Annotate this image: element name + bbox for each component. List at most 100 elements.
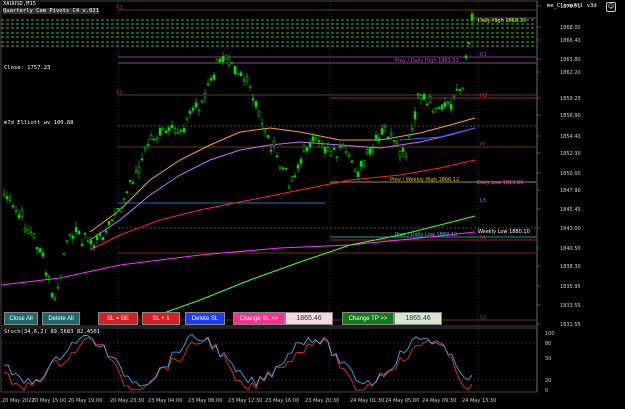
candle-body (65, 240, 69, 242)
price-tick-label: 1845.45 (560, 207, 581, 213)
candle-body (236, 73, 240, 75)
candle-body (353, 168, 357, 172)
stoch-axis-label: 50 (545, 356, 551, 362)
candle-body (398, 151, 402, 158)
tp-value-field[interactable]: 1865.46 (394, 312, 442, 325)
change-sl-button[interactable]: Change SL >> (233, 312, 285, 325)
candle-body (140, 158, 144, 161)
candle-body (134, 170, 138, 173)
candle-body (383, 125, 387, 129)
candle-body (29, 231, 33, 234)
candle-body (287, 186, 291, 189)
candle-body (143, 146, 147, 150)
pivot-level-label: PP (480, 142, 486, 148)
candle-body (59, 274, 63, 279)
candle-body (293, 175, 297, 177)
sl-be-button[interactable]: SL = BE (98, 312, 138, 325)
pivot-level-label: R2 (116, 90, 123, 96)
chart-canvas[interactable]: 1870.701868.001866.401863.801862.201859.… (0, 0, 625, 409)
candle-body (80, 244, 84, 246)
candle-body (14, 210, 18, 213)
time-tick-label: 23 May 12:30 (228, 398, 262, 404)
candle-body (5, 196, 9, 200)
time-tick-label: 20 May 2022 (2, 398, 35, 404)
delete-sl-button[interactable]: Delete SL (185, 312, 225, 325)
candle-body (338, 146, 342, 148)
candle-body (452, 96, 456, 99)
candle-body (185, 117, 189, 121)
candle-body (2, 193, 6, 196)
delete-all-button[interactable]: Delete All (42, 312, 80, 325)
candle-body (35, 246, 39, 250)
weekly-low-label: Weekly Low 1880.10 (478, 229, 530, 235)
sl-plus-one-button[interactable]: SL + 1 (142, 312, 180, 325)
candle-body (323, 146, 327, 153)
candle-body (458, 89, 462, 92)
candle-body (23, 227, 27, 232)
ea-smile-icon: ☺ (606, 2, 616, 12)
pivot-level-label: Prev / Weekly High 1866.12 (390, 177, 459, 183)
price-tick-label: 1833.55 (560, 303, 581, 309)
price-tick-label: 1859.25 (560, 96, 581, 102)
candle-body (290, 176, 294, 182)
stoch-axis-label: 100 (545, 331, 555, 337)
candle-body (95, 235, 99, 240)
candle-body (296, 164, 300, 169)
time-tick-label: 24 May 01:30 (350, 398, 384, 404)
candle-body (440, 104, 444, 110)
ma-magenta (0, 231, 476, 286)
candle-body (197, 109, 201, 111)
candle-body (275, 155, 279, 158)
candle-body (404, 153, 408, 158)
candle-body (422, 93, 426, 100)
pivot-level-label: H3 (480, 93, 487, 99)
candle-body (332, 148, 336, 150)
candle-body (359, 160, 363, 167)
candle-body (107, 220, 111, 225)
price-tick-label: 1843.00 (560, 226, 581, 232)
candle-body (191, 107, 195, 111)
candle-body (449, 104, 453, 110)
sl-value-field[interactable]: 1865.46 (285, 312, 333, 325)
candle-body (56, 286, 60, 289)
candle-body (131, 182, 135, 184)
candle-body (86, 240, 90, 243)
time-tick-label: 24 May 13:30 (462, 398, 496, 404)
trading-chart[interactable]: 1870.70 1868.00 1866.40 1863.80 1862.20 1859.… (0, 0, 625, 409)
candle-body (137, 166, 141, 175)
price-tick-label: 1854.40 (560, 134, 581, 140)
change-tp-button[interactable]: Change TP >> (342, 312, 394, 325)
candle-body (77, 231, 81, 235)
price-tick-label: 1835.95 (560, 284, 581, 290)
candle-body (341, 145, 345, 148)
candle-body (62, 253, 66, 255)
candle-body (317, 140, 321, 143)
candle-body (401, 147, 405, 152)
candle-body (104, 230, 108, 233)
time-tick-label: 20 May 23:30 (110, 398, 144, 404)
candle-body (20, 208, 24, 217)
candle-body (350, 160, 354, 163)
price-tick-label: 1831.55 (560, 322, 581, 328)
candle-body (152, 139, 156, 141)
close-all-button[interactable]: Close All (4, 312, 38, 325)
candle-body (380, 128, 384, 135)
candle-body (170, 124, 174, 128)
candle-body (308, 142, 312, 148)
price-tick-label: 1866.40 (560, 38, 581, 44)
candle-body (329, 151, 333, 157)
ma-orange (89, 117, 476, 233)
candle-body (98, 233, 102, 236)
candle-body (83, 232, 87, 235)
candle-body (416, 93, 420, 96)
candle-body (272, 141, 276, 146)
candle-body (413, 111, 417, 120)
daily-low-label: Daily Low 1813.86 (477, 180, 523, 186)
candle-body (38, 248, 42, 253)
candle-body (164, 130, 168, 133)
candle-body (368, 148, 372, 155)
candle-body (116, 208, 120, 210)
candle-body (410, 128, 414, 130)
pivot-level-label: S1 (480, 235, 486, 241)
candle-body (269, 149, 273, 152)
